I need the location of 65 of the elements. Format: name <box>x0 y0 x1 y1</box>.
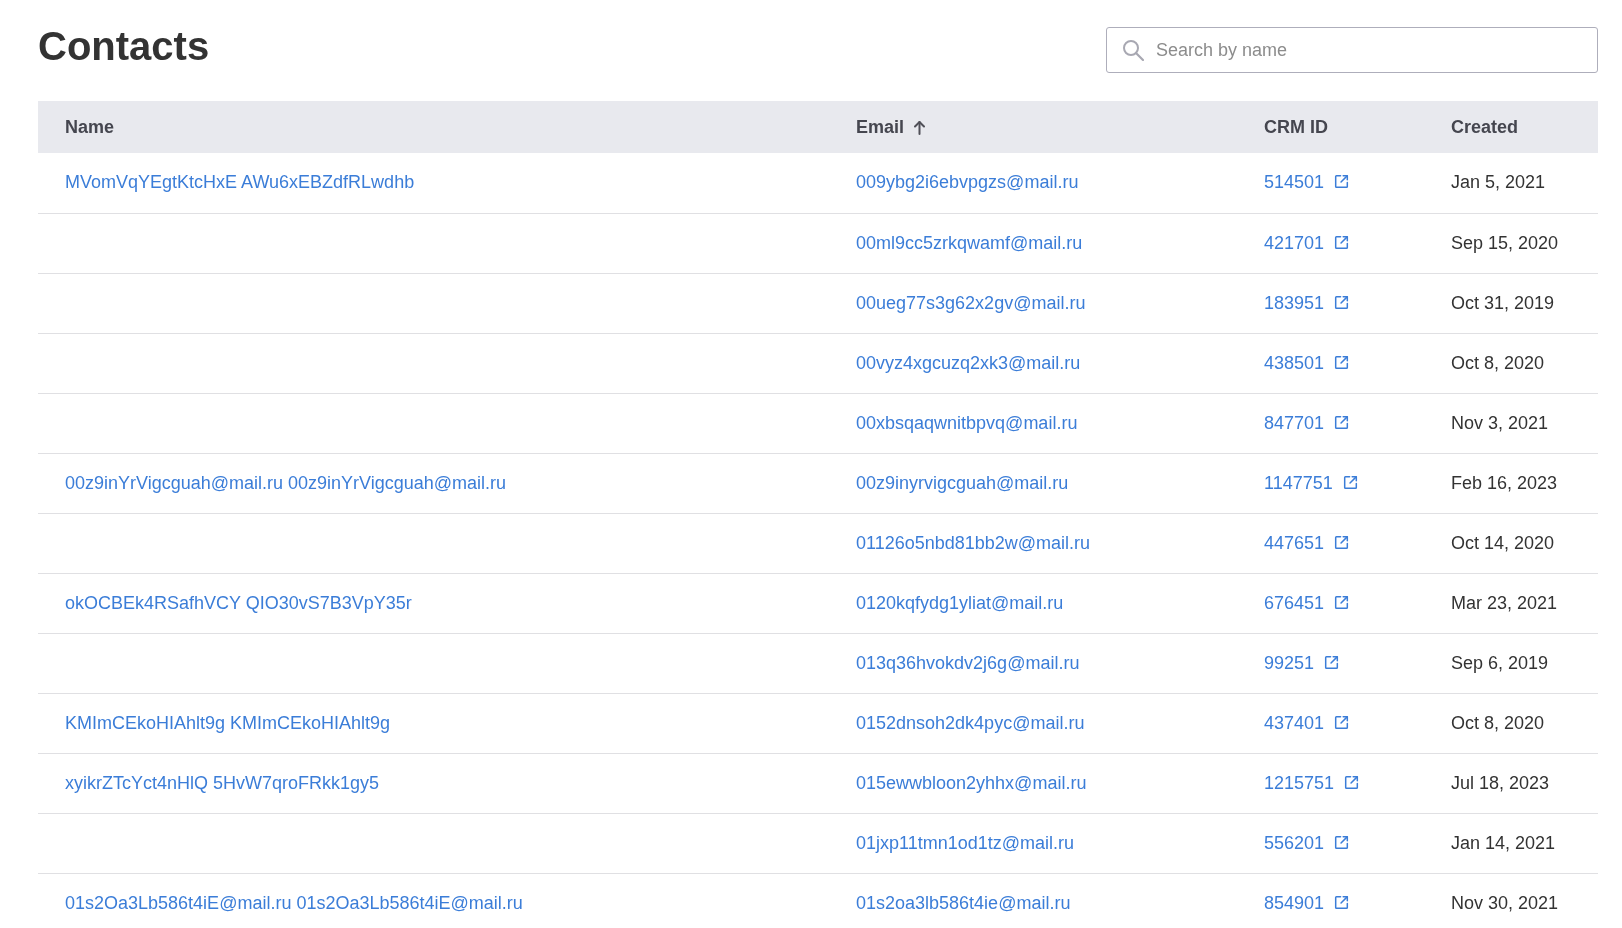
created-date: Nov 30, 2021 <box>1451 892 1559 913</box>
external-link-icon[interactable] <box>1324 654 1340 670</box>
created-date: Nov 3, 2021 <box>1451 412 1549 433</box>
external-link-icon[interactable] <box>1334 594 1350 610</box>
crm-id-link[interactable]: 514501 <box>1264 172 1350 193</box>
external-link-icon[interactable] <box>1334 414 1350 430</box>
email-link[interactable]: 00ueg77s3g62x2gv@mail.ru <box>856 292 1086 313</box>
created-date: Sep 15, 2020 <box>1451 232 1559 253</box>
email-link[interactable]: 0152dnsoh2dk4pyc@mail.ru <box>856 712 1085 733</box>
crm-id-link[interactable]: 421701 <box>1264 232 1350 253</box>
external-link-icon[interactable] <box>1334 714 1350 730</box>
column-header[interactable]: Created <box>1451 116 1519 137</box>
column-header[interactable]: Name <box>65 116 115 137</box>
email-link[interactable]: 013q36hvokdv2j6g@mail.ru <box>856 652 1080 673</box>
created-date: Oct 31, 2019 <box>1451 292 1555 313</box>
created-date: Mar 23, 2021 <box>1451 592 1558 613</box>
created-date: Jan 5, 2021 <box>1451 172 1546 193</box>
external-link-icon[interactable] <box>1334 294 1350 310</box>
email-link[interactable]: 00z9inyrvigcguah@mail.ru <box>856 472 1069 493</box>
crm-id-link[interactable]: 183951 <box>1264 292 1350 313</box>
crm-id-link[interactable]: 1215751 <box>1264 772 1360 793</box>
search-field[interactable]: Search by name <box>1106 27 1598 73</box>
created-date: Sep 6, 2019 <box>1451 652 1549 673</box>
external-link-icon[interactable] <box>1334 894 1350 910</box>
email-link[interactable]: 00vyz4xgcuzq2xk3@mail.ru <box>856 352 1081 373</box>
email-link[interactable]: 0120kqfydg1yliat@mail.ru <box>856 592 1064 613</box>
crm-id-link[interactable]: 854901 <box>1264 892 1350 913</box>
crm-id-link[interactable]: 447651 <box>1264 532 1350 553</box>
external-link-icon[interactable] <box>1334 174 1350 190</box>
created-date: Jul 18, 2023 <box>1451 772 1550 793</box>
external-link-icon[interactable] <box>1334 534 1350 550</box>
external-link-icon[interactable] <box>1334 354 1350 370</box>
contact-name-link[interactable]: okOCBEk4RSafhVCY QIO30vS7B3VpY35r <box>65 592 412 613</box>
created-date: Oct 14, 2020 <box>1451 532 1555 553</box>
crm-id-link[interactable]: 99251 <box>1264 652 1340 673</box>
crm-id-link[interactable]: 847701 <box>1264 412 1350 433</box>
created-date: Oct 8, 2020 <box>1451 712 1545 733</box>
external-link-icon[interactable] <box>1344 774 1360 790</box>
email-link[interactable]: 009ybg2i6ebvpgzs@mail.ru <box>856 172 1079 193</box>
email-link[interactable]: 01jxp11tmn1od1tz@mail.ru <box>856 832 1075 853</box>
created-date: Oct 8, 2020 <box>1451 352 1545 373</box>
search-icon <box>1122 39 1144 61</box>
contact-name-link[interactable]: xyikrZTcYct4nHlQ 5HvW7qroFRkk1gy5 <box>65 772 380 793</box>
contact-name-link[interactable]: 01s2Oa3Lb586t4iE@mail.ru 01s2Oa3Lb586t4iE@mail.ru <box>65 892 523 913</box>
column-header[interactable]: Email <box>856 116 905 137</box>
crm-id-link[interactable]: 556201 <box>1264 832 1350 853</box>
email-link[interactable]: 01s2oa3lb586t4ie@mail.ru <box>856 892 1071 913</box>
email-link[interactable]: 00ml9cc5zrkqwamf@mail.ru <box>856 232 1083 253</box>
created-date: Feb 16, 2023 <box>1451 472 1558 493</box>
external-link-icon[interactable] <box>1334 234 1350 250</box>
contact-name-link[interactable]: MVomVqYEgtKtcHxE AWu6xEBZdfRLwdhb <box>65 172 415 193</box>
email-link[interactable]: 01126o5nbd81bb2w@mail.ru <box>856 532 1091 553</box>
crm-id-link[interactable]: 676451 <box>1264 592 1350 613</box>
email-link[interactable]: 015ewwbloon2yhhx@mail.ru <box>856 772 1087 793</box>
created-date: Jan 14, 2021 <box>1451 832 1556 853</box>
page-title: Contacts <box>38 23 210 70</box>
external-link-icon[interactable] <box>1342 474 1358 490</box>
contact-name-link[interactable]: 00z9inYrVigcguah@mail.ru 00z9inYrVigcguah@mail.ru <box>65 472 507 493</box>
crm-id-link[interactable]: 1147751 <box>1264 472 1358 493</box>
contact-name-link[interactable]: KMImCEkoHIAhlt9g KMImCEkoHIAhlt9g <box>65 712 391 733</box>
crm-id-link[interactable]: 437401 <box>1264 712 1350 733</box>
crm-id-link[interactable]: 438501 <box>1264 352 1350 373</box>
column-header[interactable]: CRM ID <box>1264 116 1328 137</box>
external-link-icon[interactable] <box>1334 834 1350 850</box>
email-link[interactable]: 00xbsqaqwnitbpvq@mail.ru <box>856 412 1078 433</box>
